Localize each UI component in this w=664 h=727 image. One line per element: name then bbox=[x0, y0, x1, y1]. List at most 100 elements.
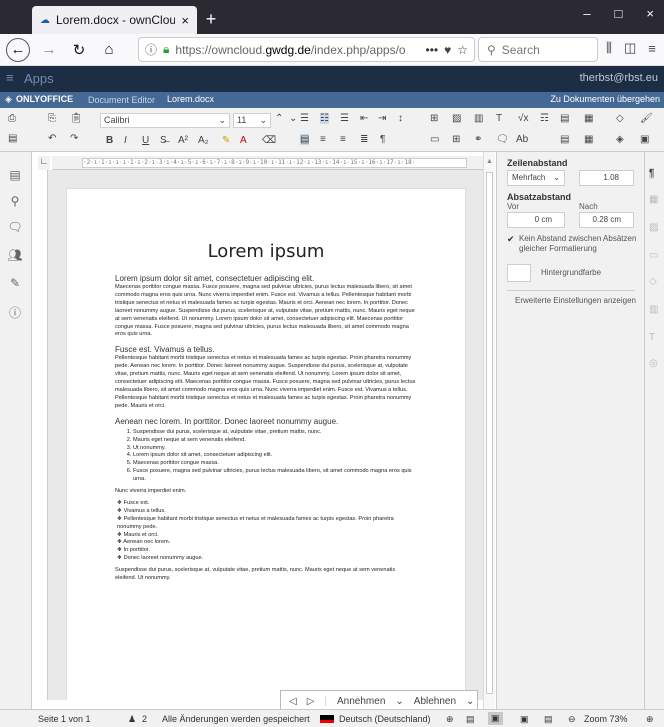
checkbox-checked-icon[interactable]: ✔ bbox=[507, 234, 515, 245]
advanced-settings-link[interactable]: Erweiterte Einstellungen anzeigen bbox=[515, 296, 636, 305]
save-icon[interactable]: ▤ bbox=[8, 133, 17, 144]
paragraph-styles-icon[interactable]: ▦ bbox=[584, 113, 593, 124]
mail-merge-icon[interactable]: ▣ bbox=[640, 134, 649, 145]
insert-table-icon[interactable]: ⊞ bbox=[430, 113, 438, 124]
zoom-level[interactable]: Zoom 73% bbox=[584, 714, 628, 724]
chevron-down-icon[interactable]: ⌄ bbox=[466, 696, 474, 707]
subscript-icon[interactable]: A₂ bbox=[198, 135, 209, 146]
columns-icon[interactable]: ⊞ bbox=[452, 134, 460, 145]
user-menu[interactable]: therbst@rbst.eu bbox=[580, 72, 658, 84]
equation-icon[interactable]: √x bbox=[518, 113, 529, 124]
apps-menu-icon[interactable]: ≡ bbox=[6, 71, 14, 84]
chevron-down-icon[interactable]: ⌄ bbox=[395, 696, 403, 707]
scroll-up-icon[interactable]: ▲ bbox=[486, 158, 493, 165]
image-settings-icon[interactable]: ▨ bbox=[649, 222, 658, 233]
comment-icon[interactable]: 🗨︎ bbox=[496, 134, 509, 145]
fit-page-icon[interactable]: ▣ bbox=[488, 712, 503, 725]
italic-icon[interactable]: I bbox=[124, 135, 127, 146]
header-settings-icon[interactable]: ▭ bbox=[649, 250, 658, 261]
spacing-after-input[interactable]: 0.28 cm bbox=[579, 212, 634, 228]
undo-icon[interactable]: ↶ bbox=[48, 133, 56, 144]
signature-settings-icon[interactable]: ◎ bbox=[649, 358, 658, 369]
apps-label[interactable]: Apps bbox=[24, 71, 54, 86]
increase-indent-icon[interactable]: ⇥ bbox=[378, 113, 386, 124]
chat-users-icon[interactable]: 👥︎ bbox=[6, 248, 24, 266]
redo-icon[interactable]: ↷ bbox=[70, 133, 78, 144]
language-select[interactable]: Deutsch (Deutschland) bbox=[339, 714, 431, 724]
nonprinting-chars-icon[interactable]: ¶ bbox=[380, 134, 385, 145]
file-menu-icon[interactable]: ▤ bbox=[6, 168, 24, 186]
scroll-thumb[interactable] bbox=[486, 172, 493, 694]
reload-icon[interactable]: ↻ bbox=[68, 39, 90, 61]
chart-settings-icon[interactable]: ▥ bbox=[649, 304, 658, 315]
track-changes-icon[interactable]: ▤ bbox=[466, 714, 475, 725]
eraser-icon[interactable]: ◇ bbox=[616, 113, 624, 124]
strikethrough-icon[interactable]: S̶ bbox=[160, 135, 167, 146]
textart-settings-icon[interactable]: T bbox=[649, 332, 655, 343]
back-arrow-icon[interactable]: ← bbox=[6, 37, 30, 62]
search-icon[interactable]: ⚲ bbox=[6, 194, 24, 212]
align-right-icon[interactable]: ≡ bbox=[340, 134, 346, 145]
table-settings-icon[interactable]: ▦ bbox=[649, 194, 658, 205]
font-size-down-icon[interactable]: ⌄ bbox=[289, 113, 297, 124]
search-bar[interactable]: ⚲ Search bbox=[478, 37, 598, 62]
plugins-icon[interactable]: ✎ bbox=[6, 276, 24, 294]
bookmark-star-icon[interactable]: ☆ bbox=[457, 43, 468, 57]
textbox-icon[interactable]: T bbox=[496, 113, 502, 124]
numbering-icon[interactable]: ☷ bbox=[320, 113, 329, 124]
about-icon[interactable]: ⓘ bbox=[6, 304, 24, 322]
paste-icon[interactable]: 📋︎ bbox=[70, 113, 83, 124]
underline-icon[interactable]: U bbox=[142, 135, 149, 146]
maximize-icon[interactable]: □ bbox=[615, 6, 623, 21]
superscript-icon[interactable]: A² bbox=[178, 135, 188, 146]
hamburger-menu-icon[interactable]: ≡ bbox=[648, 41, 656, 56]
page-count[interactable]: Seite 1 von 1 bbox=[38, 714, 91, 724]
document-page[interactable]: Lorem ipsum Lorem ipsum dolor sit amet, … bbox=[66, 188, 466, 700]
page-actions-icon[interactable]: ••• bbox=[426, 43, 439, 57]
next-change-icon[interactable]: ▷ bbox=[307, 696, 315, 707]
text-art-icon[interactable]: Ab bbox=[516, 134, 528, 145]
reject-button[interactable]: Ablehnen bbox=[414, 696, 456, 707]
line-spacing-mode-select[interactable]: Mehrfach ⌄ bbox=[507, 170, 565, 186]
clear-style-icon[interactable]: ⌫ bbox=[262, 135, 276, 146]
bold-icon[interactable]: B bbox=[106, 135, 113, 146]
spacing-before-input[interactable]: 0 cm bbox=[507, 212, 565, 228]
link-icon[interactable]: ⚭ bbox=[474, 134, 482, 145]
close-window-icon[interactable]: × bbox=[646, 6, 654, 21]
info-icon[interactable]: ⓘ bbox=[145, 41, 157, 58]
forward-arrow-icon[interactable]: → bbox=[38, 39, 60, 61]
close-tab-icon[interactable]: × bbox=[181, 13, 189, 28]
insert-image-icon[interactable]: ▨ bbox=[452, 113, 461, 124]
accept-button[interactable]: Annehmen bbox=[337, 696, 385, 707]
go-to-documents-link[interactable]: Zu Dokumenten übergehen bbox=[550, 94, 660, 104]
document-canvas[interactable]: Lorem ipsum Lorem ipsum dolor sit amet, … bbox=[48, 170, 483, 700]
color-scheme-icon[interactable]: ◈ bbox=[616, 134, 624, 145]
vertical-scrollbar[interactable]: ▲ bbox=[483, 152, 495, 709]
home-icon[interactable]: ⌂ bbox=[98, 39, 120, 61]
pocket-icon[interactable]: ♥ bbox=[444, 43, 451, 57]
align-left-icon[interactable]: ▤ bbox=[300, 134, 310, 145]
align-center-icon[interactable]: ≡ bbox=[320, 134, 326, 145]
bullets-icon[interactable]: ☰ bbox=[300, 113, 309, 124]
previous-change-icon[interactable]: ◁ bbox=[289, 696, 297, 707]
header-footer-icon[interactable]: ☶ bbox=[540, 113, 549, 124]
font-color-icon[interactable]: A bbox=[240, 135, 247, 146]
print-icon[interactable]: ⎙ bbox=[8, 113, 16, 124]
minimize-icon[interactable]: – bbox=[583, 6, 590, 21]
copy-style-icon[interactable]: 🖌︎ bbox=[640, 113, 653, 124]
background-color-swatch[interactable] bbox=[507, 264, 531, 282]
library-icon[interactable]: ⫼ bbox=[606, 40, 612, 56]
shape-settings-icon[interactable]: ◇ bbox=[649, 276, 657, 287]
users-icon[interactable]: ♟ bbox=[128, 714, 136, 725]
horizontal-ruler[interactable]: ·2·ı·1·ı·ı·ı·1·ı·2·ı·3·ı·4·ı·5·ı·6·ı·7·ı… bbox=[52, 156, 483, 170]
url-bar[interactable]: ⓘ 🔒︎ https://owncloud.gwdg.de/index.php/… bbox=[138, 37, 475, 62]
tab-stop-selector[interactable]: ∟ bbox=[38, 156, 50, 170]
vertical-ruler[interactable] bbox=[38, 170, 48, 700]
margins-icon[interactable]: ▭ bbox=[430, 134, 439, 145]
spellcheck-icon[interactable]: ⊕ bbox=[446, 714, 454, 725]
fit-width-alt-icon[interactable]: ▤ bbox=[544, 714, 553, 725]
comments-icon[interactable]: 🗨︎ bbox=[6, 220, 24, 238]
new-tab-icon[interactable]: + bbox=[200, 8, 222, 30]
line-spacing-input[interactable]: 1.08 bbox=[579, 170, 634, 186]
zoom-out-icon[interactable]: ⊖ bbox=[568, 714, 576, 725]
